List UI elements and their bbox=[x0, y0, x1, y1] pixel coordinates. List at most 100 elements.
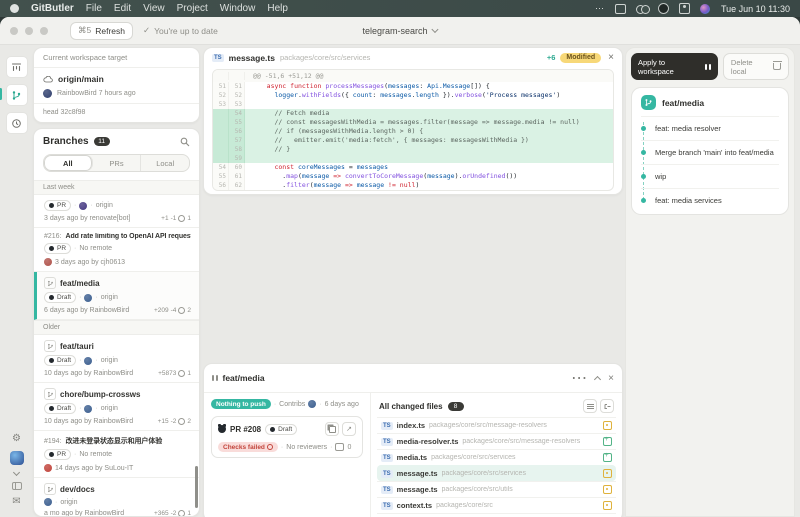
file-row[interactable]: TSevent-handler.tspackages/core/src bbox=[377, 513, 616, 517]
code-text: // emitter.emit('media:fetch', { message… bbox=[251, 136, 529, 144]
panel-icon[interactable] bbox=[11, 482, 22, 490]
dark-app-icon[interactable] bbox=[657, 3, 669, 14]
refresh-button[interactable]: ⌘5 Refresh bbox=[70, 21, 133, 40]
display-icon[interactable] bbox=[614, 3, 626, 14]
commit-row[interactable]: Merge branch 'main' into feat/media bbox=[641, 140, 779, 164]
branches-icon[interactable] bbox=[0, 84, 28, 106]
branch-age: 6 days ago bbox=[324, 400, 359, 408]
pr-card[interactable]: PR #208 Draft ↗ Checks failed · No revie… bbox=[211, 416, 363, 458]
branch-list-item[interactable]: chore/bump-crossws Draft · · origin 10 days a… bbox=[34, 383, 199, 431]
commit-row[interactable]: feat: media resolver bbox=[641, 116, 779, 140]
tab-local[interactable]: Local bbox=[141, 155, 189, 171]
diff-line[interactable]: 59 bbox=[213, 154, 613, 163]
more-icon[interactable]: ⋯ bbox=[594, 3, 605, 14]
branch-list-item[interactable]: #194: 改进未登录状态显示和用户体验 PR · No remote 14 days a… bbox=[34, 431, 199, 478]
stack-branch-card: feat/media feat: media resolver Merge bra… bbox=[631, 87, 789, 215]
menu-item-file[interactable]: File bbox=[86, 3, 102, 14]
file-name: media.ts bbox=[396, 453, 428, 462]
tab-all[interactable]: All bbox=[44, 155, 93, 171]
copy-icon[interactable] bbox=[325, 422, 339, 436]
list-view-icon[interactable] bbox=[583, 399, 597, 413]
file-row[interactable]: TS media-resolver.ts packages/core/src/mes… bbox=[377, 433, 616, 449]
commit-row[interactable]: feat: media services bbox=[641, 188, 779, 212]
pr-number: #194: bbox=[44, 437, 62, 445]
mail-icon[interactable]: ✉ bbox=[12, 497, 20, 507]
menu-clock[interactable]: Tue Jun 10 11:30 bbox=[721, 4, 790, 14]
diff-line[interactable]: 56 // if (messagesWithMedia.length > 0) … bbox=[213, 127, 613, 136]
file-path: packages/core/src/message-resolvers bbox=[429, 422, 547, 429]
github-icon bbox=[49, 246, 54, 251]
more-icon[interactable]: ⋯ bbox=[571, 368, 587, 388]
typescript-file-icon: TS bbox=[381, 421, 393, 430]
diff-line[interactable]: 57 // emitter.emit('media:fetch', { mess… bbox=[213, 136, 613, 145]
branch-list-item[interactable]: feat/media Draft · · origin 6 days ago by Rai… bbox=[34, 272, 199, 320]
diff-line[interactable]: 51 51 async function processMessages(mess… bbox=[213, 82, 613, 91]
branches-tabs: All PRs Local bbox=[43, 154, 190, 172]
tab-prs[interactable]: PRs bbox=[93, 155, 142, 171]
branch-list-item[interactable]: #216: Add rate limiting to OpenAI API req… bbox=[34, 228, 199, 272]
open-external-icon[interactable]: ↗ bbox=[342, 422, 356, 436]
menu-item-project[interactable]: Project bbox=[177, 3, 208, 14]
file-row[interactable]: TS media.ts packages/core/src/services bbox=[377, 449, 616, 465]
user-avatar[interactable] bbox=[9, 451, 24, 465]
menu-item-edit[interactable]: Edit bbox=[114, 3, 131, 14]
collapse-icon[interactable] bbox=[594, 375, 602, 383]
head-commit-hash: head 32c8f98 bbox=[43, 109, 86, 116]
branch-list-item[interactable]: PR · · origin 3 days ago by renovate[bot] +1-… bbox=[34, 195, 199, 228]
stack-panel: Apply to workspace Delete local feat/med… bbox=[625, 47, 795, 517]
workspace-icon[interactable] bbox=[5, 56, 28, 78]
apple-menu-icon[interactable] bbox=[10, 4, 19, 13]
project-selector[interactable]: telegram-search bbox=[362, 26, 439, 36]
zoom-window-button[interactable] bbox=[40, 26, 48, 35]
diff-hunk[interactable]: @@ -51,6 +51,12 @@ 51 51 async function p… bbox=[212, 69, 614, 191]
siri-icon[interactable] bbox=[700, 3, 711, 14]
branch-group-label: Older bbox=[34, 320, 199, 335]
diff-line[interactable]: 54 60 const coreMessages = messages bbox=[213, 163, 613, 172]
diff-line[interactable]: 56 62 .filter(message => message != null) bbox=[213, 181, 613, 190]
diff-line[interactable]: 55 // const messagesWithMedia = messages… bbox=[213, 118, 613, 127]
profiles-icon[interactable] bbox=[635, 4, 650, 14]
changed-files-header: All changed files bbox=[379, 401, 443, 411]
stack-branch-name[interactable]: feat/media bbox=[662, 98, 704, 108]
app-menu[interactable]: GitButler bbox=[31, 3, 74, 14]
menu-item-help[interactable]: Help bbox=[267, 3, 288, 14]
apply-to-workspace-button[interactable]: Apply to workspace bbox=[631, 53, 718, 80]
diff-line[interactable]: 53 53 bbox=[213, 100, 613, 109]
added-status-icon bbox=[603, 436, 612, 446]
history-icon[interactable] bbox=[5, 112, 28, 134]
menu-item-window[interactable]: Window bbox=[220, 3, 256, 14]
gear-icon[interactable]: ⚙ bbox=[12, 434, 21, 444]
file-row[interactable]: TS index.ts packages/core/src/message-reso… bbox=[377, 417, 616, 433]
file-row[interactable]: TS message.ts packages/core/src/utils bbox=[377, 481, 616, 497]
file-row[interactable]: TS context.ts packages/core/src bbox=[377, 497, 616, 513]
code-text: // } bbox=[251, 145, 291, 153]
minimize-window-button[interactable] bbox=[25, 26, 33, 35]
workspace-target-header: Current workspace target bbox=[34, 48, 199, 68]
diff-line[interactable]: 52 52 logger.withFields({ count: messages… bbox=[213, 91, 613, 100]
code-text: logger.withFields({ count: messages.leng… bbox=[274, 91, 561, 99]
delete-local-button[interactable]: Delete local bbox=[722, 53, 789, 80]
diff-line[interactable]: 58 // } bbox=[213, 145, 613, 154]
diff-line[interactable]: 54 // Fetch media bbox=[213, 109, 613, 118]
draft-badge: Draft bbox=[44, 292, 77, 303]
file-row[interactable]: TS message.ts packages/core/src/services bbox=[377, 465, 616, 481]
deletions: -2 bbox=[170, 510, 177, 516]
sidebar-scrollbar[interactable] bbox=[195, 466, 198, 508]
commit-row[interactable]: wip bbox=[641, 164, 779, 188]
tree-view-icon[interactable] bbox=[600, 399, 614, 413]
diff-line[interactable]: 55 61 .map(message => convertToCoreMessag… bbox=[213, 172, 613, 181]
menu-item-view[interactable]: View bbox=[143, 3, 165, 14]
close-icon[interactable]: × bbox=[608, 373, 614, 384]
close-icon[interactable]: × bbox=[608, 52, 614, 63]
target-branch-name[interactable]: origin/main bbox=[58, 74, 104, 84]
user-switcher-icon[interactable] bbox=[678, 3, 690, 14]
search-icon[interactable] bbox=[180, 137, 190, 147]
close-window-button[interactable] bbox=[10, 26, 18, 35]
file-path: packages/core/src/utils bbox=[441, 486, 513, 493]
avatar bbox=[308, 400, 317, 408]
branch-list-item[interactable]: dev/docs · origin a mo ago by RainbowBird +3… bbox=[34, 478, 199, 516]
branch-meta: 10 days ago by RainbowBird bbox=[44, 370, 134, 377]
remote-label: No remote bbox=[79, 451, 113, 458]
code-text: // Fetch media bbox=[251, 109, 330, 117]
branch-list-item[interactable]: feat/tauri Draft · · origin 10 days ago by Ra… bbox=[34, 335, 199, 383]
